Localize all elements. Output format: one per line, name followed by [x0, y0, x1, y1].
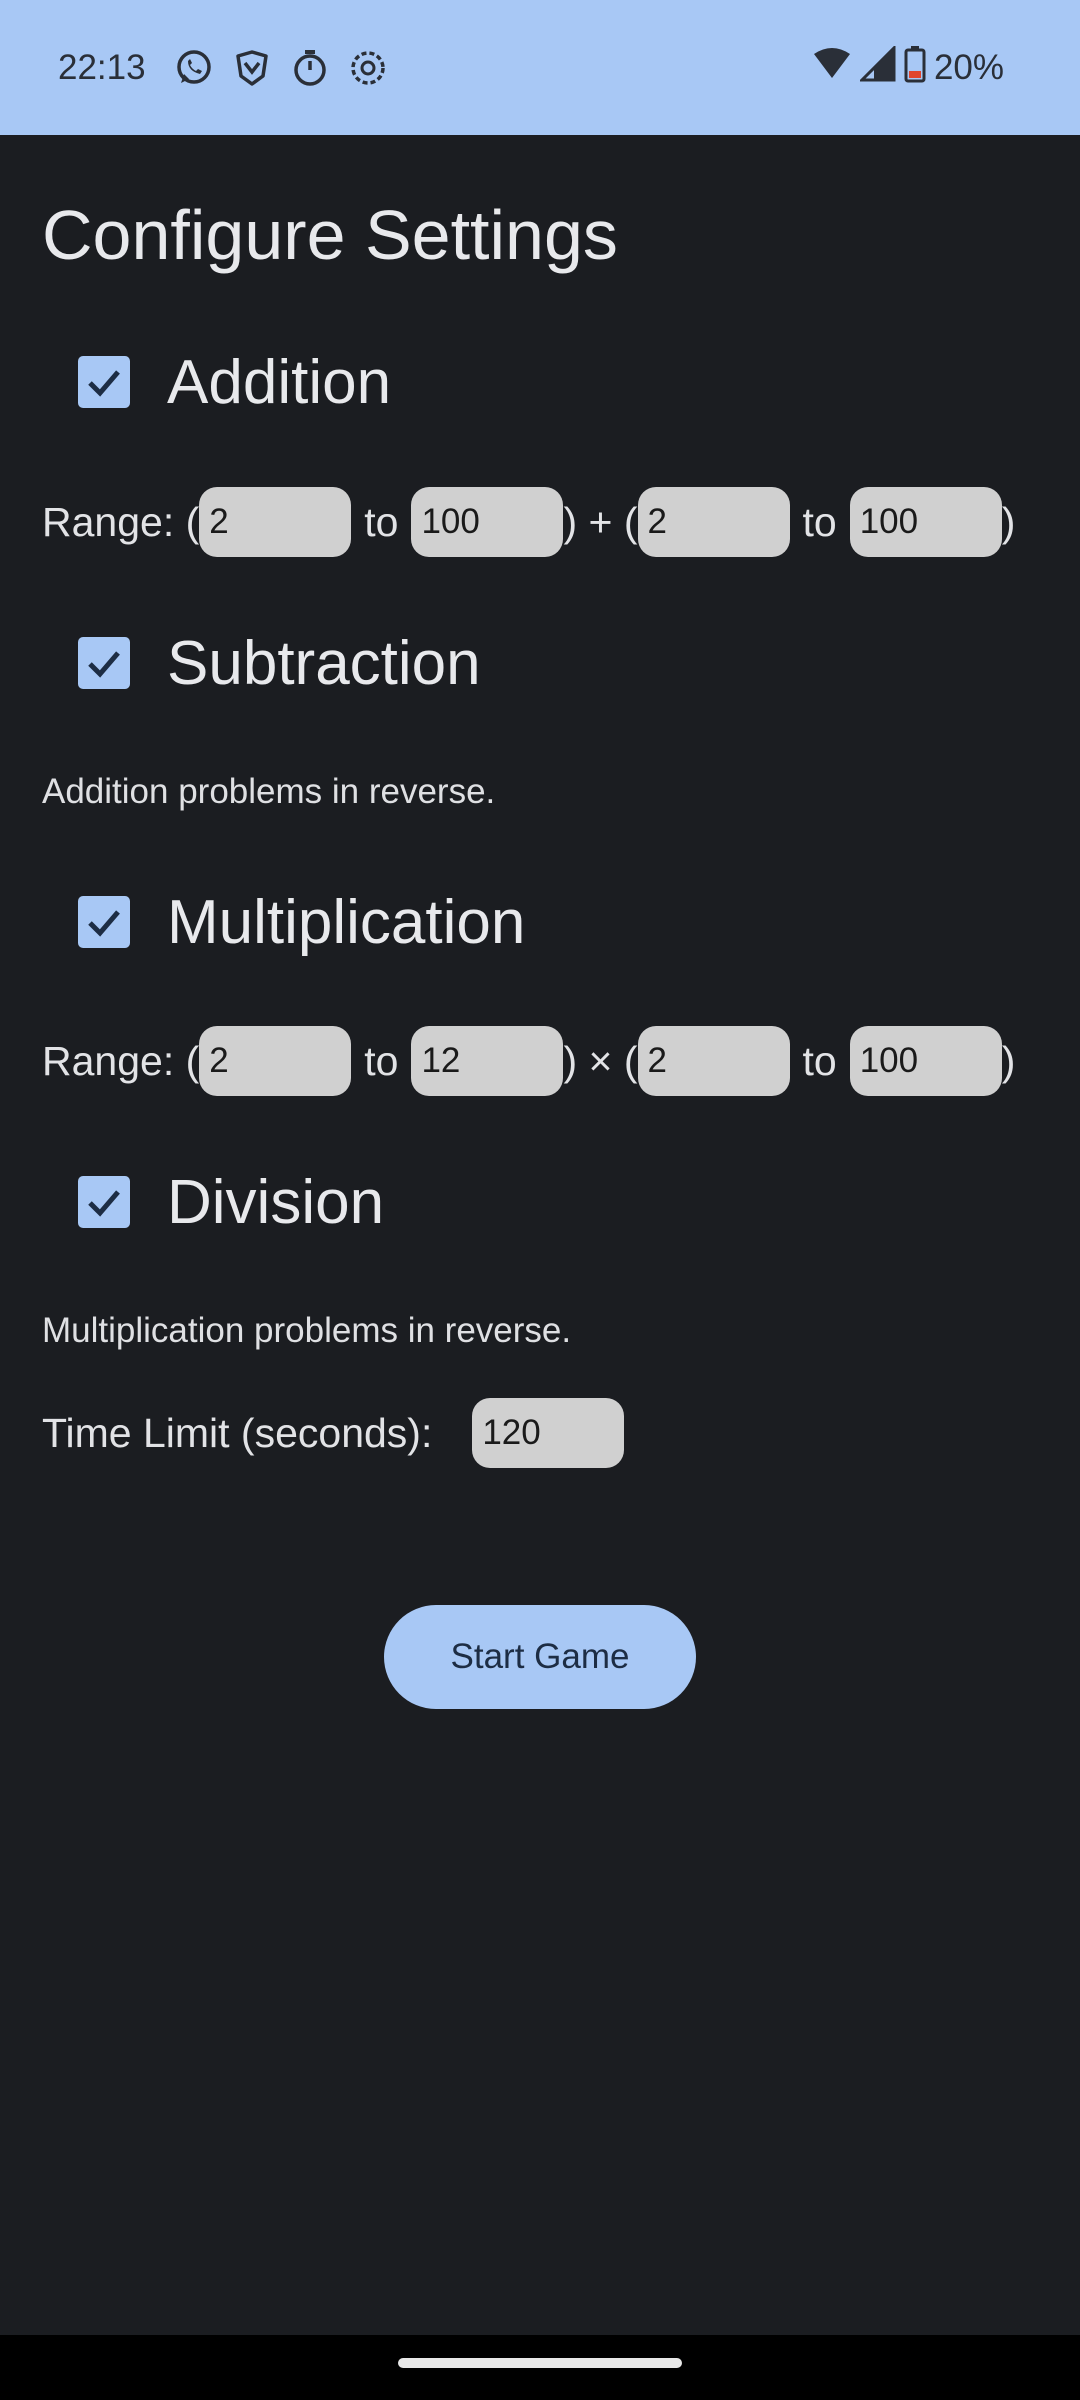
home-gesture-handle[interactable]: [398, 2358, 682, 2368]
multiplication-checkbox[interactable]: [78, 896, 130, 948]
subtraction-description: Addition problems in reverse.: [42, 772, 496, 811]
range-close-paren: ): [1001, 498, 1016, 545]
cell-signal-icon: [858, 43, 896, 91]
addition-a-max-input[interactable]: [411, 487, 564, 557]
check-icon: [88, 651, 120, 678]
addition-range-row: Range: ( to ) + ( to ): [42, 486, 1015, 558]
multiplication-b-min-input[interactable]: [637, 1026, 790, 1096]
division-label: Division: [167, 1167, 385, 1237]
brave-shield-icon: [232, 48, 272, 88]
addition-a-min-input[interactable]: [199, 487, 352, 557]
addition-label: Addition: [167, 347, 392, 417]
subtraction-label: Subtraction: [167, 628, 481, 698]
settings-screen: Configure Settings Addition Range: ( to …: [0, 135, 1080, 2335]
navigation-bar: [0, 2335, 1080, 2400]
subtraction-option[interactable]: Subtraction: [78, 618, 481, 708]
addition-range-label: Range: (: [42, 498, 200, 545]
range-to-text: to: [802, 498, 837, 545]
status-bar: 22:13 20%: [0, 0, 1080, 135]
wifi-icon: [812, 46, 852, 91]
addition-b-min-input[interactable]: [637, 487, 790, 557]
check-icon: [88, 910, 120, 937]
whatsapp-icon: [174, 48, 214, 88]
status-time: 22:13: [58, 48, 146, 87]
multiplication-b-max-input[interactable]: [849, 1026, 1002, 1096]
status-right-group: 20%: [812, 43, 1004, 92]
range-close-paren: ): [1001, 1037, 1016, 1084]
check-icon: [88, 370, 120, 397]
time-limit-label: Time Limit (seconds):: [42, 1409, 433, 1456]
timer-icon: [290, 48, 330, 88]
range-to-text: to: [802, 1037, 837, 1084]
multiplication-range-row: Range: ( to ) × ( to ): [42, 1025, 1015, 1097]
division-description: Multiplication problems in reverse.: [42, 1311, 572, 1350]
battery-icon: [904, 45, 926, 92]
division-checkbox[interactable]: [78, 1176, 130, 1228]
division-option[interactable]: Division: [78, 1157, 384, 1247]
canvas-icon: [348, 48, 388, 88]
multiplication-a-max-input[interactable]: [411, 1026, 564, 1096]
multiplication-operator-text: ) × (: [563, 1037, 638, 1084]
start-game-button[interactable]: Start Game: [384, 1605, 696, 1709]
time-limit-row: Time Limit (seconds):: [42, 1397, 625, 1469]
range-to-text: to: [364, 1037, 399, 1084]
battery-percent: 20%: [933, 48, 1004, 87]
page-title: Configure Settings: [42, 196, 618, 274]
time-limit-input[interactable]: [472, 1398, 625, 1468]
addition-b-max-input[interactable]: [849, 487, 1002, 557]
multiplication-range-label: Range: (: [42, 1037, 200, 1084]
range-to-text: to: [364, 498, 399, 545]
multiplication-a-min-input[interactable]: [199, 1026, 352, 1096]
check-icon: [88, 1190, 120, 1217]
multiplication-option[interactable]: Multiplication: [78, 877, 525, 967]
multiplication-label: Multiplication: [167, 887, 526, 957]
subtraction-checkbox[interactable]: [78, 637, 130, 689]
addition-checkbox[interactable]: [78, 356, 130, 408]
addition-operator-text: ) + (: [563, 498, 638, 545]
addition-option[interactable]: Addition: [78, 337, 391, 427]
